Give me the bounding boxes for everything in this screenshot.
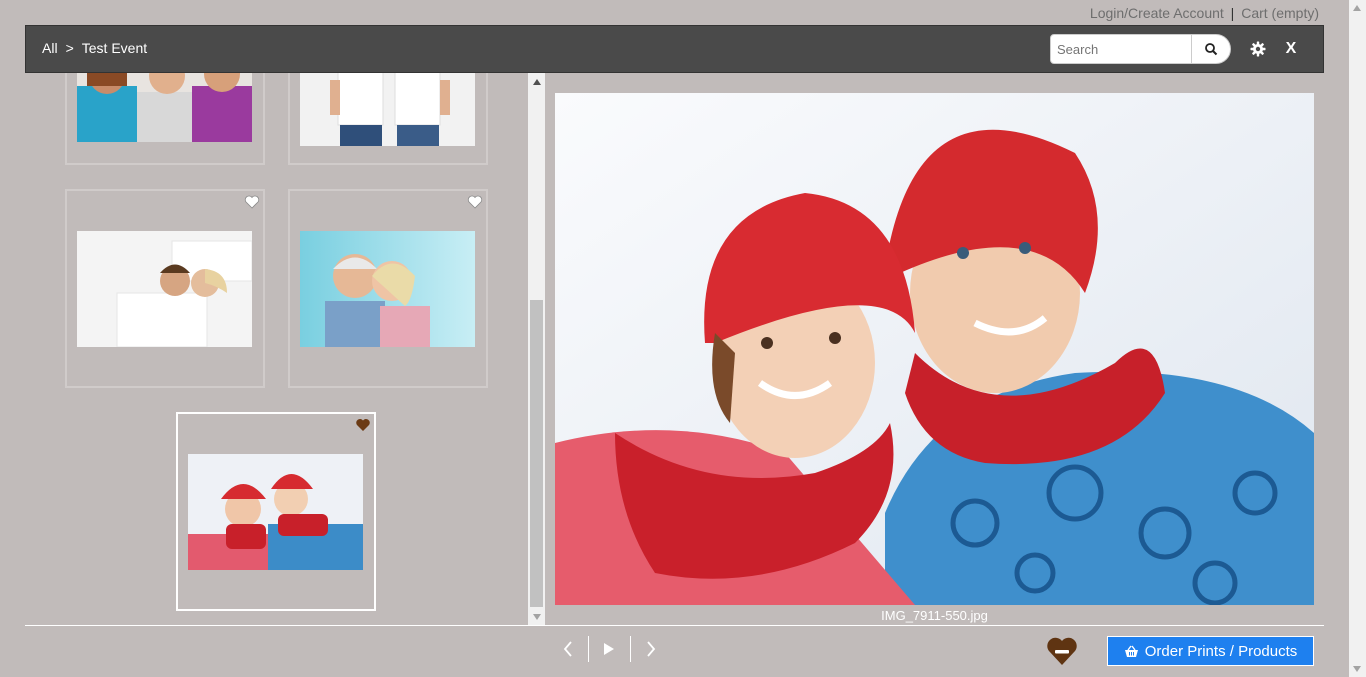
next-button[interactable] — [639, 637, 663, 661]
heart-minus-icon — [1047, 637, 1077, 665]
close-button[interactable]: X — [1282, 38, 1300, 60]
account-links: Login/Create Account | Cart (empty) — [1090, 5, 1319, 21]
thumbnail-4[interactable] — [288, 189, 488, 388]
play-icon — [604, 643, 614, 655]
main-photo — [555, 93, 1314, 605]
breadcrumb: All > Test Event — [42, 40, 147, 56]
search-icon — [1205, 43, 1218, 56]
scrollbar-thumb[interactable] — [530, 300, 543, 607]
window-scroll-down-icon[interactable] — [1353, 666, 1361, 672]
search-group — [1050, 34, 1231, 64]
thumbnail-5[interactable] — [176, 412, 376, 611]
heart-icon[interactable] — [355, 417, 371, 433]
chevron-left-icon — [563, 641, 572, 657]
breadcrumb-event: Test Event — [81, 40, 148, 56]
login-link[interactable]: Login/Create Account — [1090, 5, 1224, 21]
breadcrumb-arrow: > — [65, 40, 74, 56]
thumbnail-image — [77, 73, 252, 142]
chevron-right-icon — [647, 641, 656, 657]
basket-icon — [1124, 645, 1138, 657]
search-input[interactable] — [1050, 34, 1192, 64]
remove-favorite-button[interactable] — [1046, 636, 1078, 666]
window-scrollbar[interactable] — [1349, 0, 1366, 677]
thumbnail-1[interactable] — [65, 73, 265, 165]
bottom-divider — [25, 625, 1324, 626]
order-prints-button[interactable]: Order Prints / Products — [1107, 636, 1314, 666]
thumbnail-3[interactable] — [65, 189, 265, 388]
nav-divider — [630, 636, 631, 662]
heart-icon[interactable] — [467, 194, 483, 210]
thumbnail-image — [77, 231, 252, 347]
nav-divider — [588, 636, 589, 662]
photo-filename: IMG_7911-550.jpg — [881, 608, 988, 623]
order-button-label: Order Prints / Products — [1144, 642, 1298, 660]
thumbnail-image — [300, 231, 475, 347]
cart-link[interactable]: Cart (empty) — [1241, 5, 1319, 21]
gallery-header: All > Test Event X — [25, 25, 1324, 73]
gear-icon — [1250, 41, 1266, 57]
slideshow-play-button[interactable] — [597, 637, 621, 661]
search-button[interactable] — [1191, 34, 1231, 64]
heart-icon[interactable] — [244, 194, 260, 210]
thumbnail-image — [300, 73, 475, 146]
window-scroll-up-icon[interactable] — [1353, 5, 1361, 11]
thumbnail-image — [188, 454, 363, 570]
settings-button[interactable] — [1248, 39, 1268, 59]
gallery-scrollbar[interactable] — [528, 73, 545, 625]
thumbnail-grid — [25, 73, 527, 625]
scroll-up-arrow[interactable] — [528, 73, 545, 90]
link-separator: | — [1230, 5, 1235, 21]
breadcrumb-all[interactable]: All — [42, 40, 58, 56]
thumbnail-2[interactable] — [288, 73, 488, 165]
previous-button[interactable] — [556, 637, 580, 661]
scroll-down-arrow[interactable] — [528, 608, 545, 625]
